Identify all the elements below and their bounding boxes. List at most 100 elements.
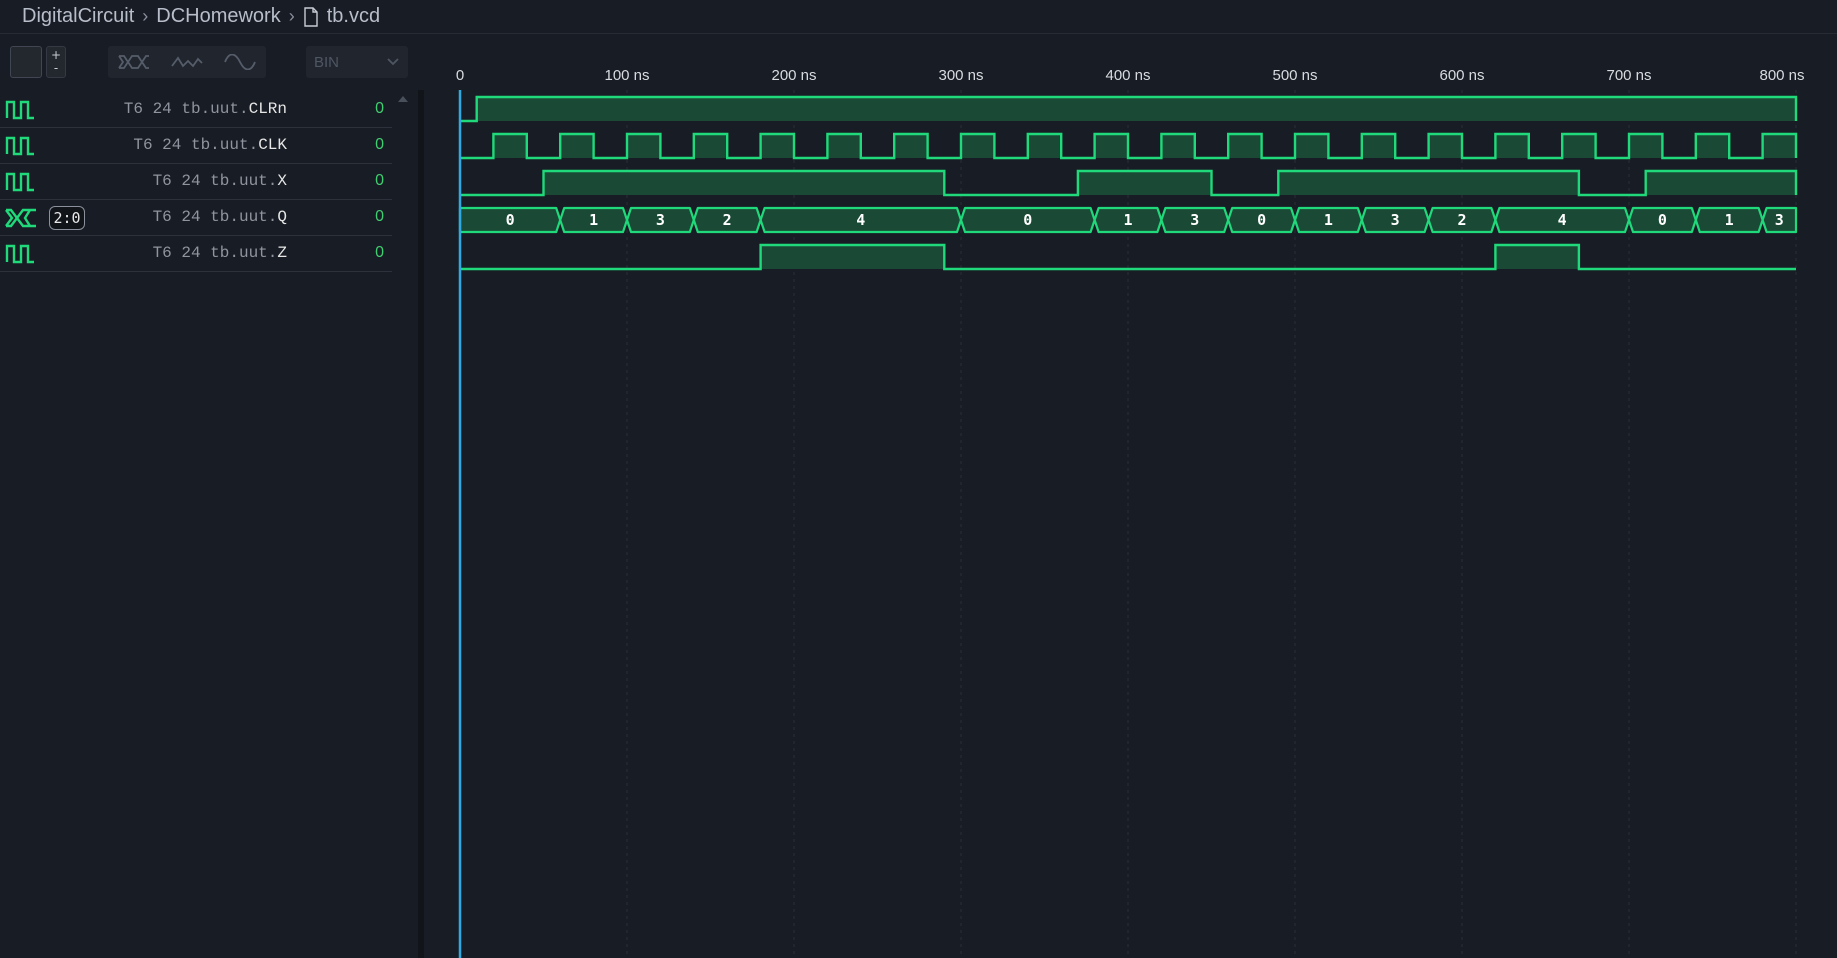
high-level-fill (1762, 134, 1796, 158)
high-level-fill (1428, 134, 1462, 158)
tick-label: 600 ns (1439, 67, 1485, 84)
toolbar: + - BIN (0, 34, 418, 90)
signal-name: T6 24 tb.uut.X (153, 172, 287, 190)
tick-label: 400 ns (1105, 67, 1151, 84)
high-level-fill (1495, 245, 1579, 269)
signal-value: 0 (375, 172, 384, 189)
signal-name-leaf: Z (277, 244, 287, 262)
signal-list-panel: T6 24 tb.uut.CLRn 0 T6 24 tb.uut.CLK 0 T6 24… (0, 90, 418, 958)
signal-value: 0 (375, 244, 384, 261)
tick-label: 700 ns (1606, 67, 1652, 84)
tick-label: 200 ns (771, 67, 817, 84)
signal-name-leaf: CLK (258, 136, 287, 154)
bus-value-label: 3 (656, 211, 665, 229)
waveform-x (460, 169, 1798, 197)
zoom-out-button[interactable]: - (54, 62, 58, 75)
linear-shape-button[interactable] (167, 48, 207, 76)
signal-name: T6 24 tb.uut.CLK (133, 136, 287, 154)
breadcrumb-item-digitalcircuit[interactable]: DigitalCircuit (22, 5, 134, 28)
timeline-ruler[interactable]: 0 100 ns 200 ns 300 ns 400 ns 500 ns 600 ns 700… (424, 34, 1837, 90)
high-level-fill (1027, 134, 1062, 158)
signal-row-x[interactable]: T6 24 tb.uut.X 0 (0, 164, 392, 200)
signal-row-z[interactable]: T6 24 tb.uut.Z 0 (0, 236, 392, 272)
bus-value-label: 1 (1123, 211, 1132, 229)
binary-signal-icon (5, 136, 34, 156)
chevron-right-icon: › (288, 6, 295, 26)
wave-shape-icon (223, 54, 256, 70)
linear-shape-icon (171, 56, 203, 68)
signal-value: 0 (375, 100, 384, 117)
high-level-fill (1645, 171, 1796, 195)
signal-name-prefix: T6 24 tb.uut. (152, 208, 278, 226)
bus-value-label: 4 (856, 211, 865, 229)
signal-name-prefix: T6 24 tb.uut. (152, 172, 278, 190)
number-format-select[interactable]: BIN (306, 46, 408, 78)
signal-name-leaf: X (277, 172, 287, 190)
tick-label: 300 ns (938, 67, 984, 84)
binary-signal-icon (5, 172, 34, 192)
breadcrumb: DigitalCircuit › DCHomework › tb.vcd (0, 0, 1837, 34)
signal-name-leaf: Q (277, 208, 287, 226)
wave-shape-button[interactable] (220, 48, 260, 76)
bus-value-label: 2 (723, 211, 732, 229)
signal-name-prefix: T6 24 tb.uut. (133, 136, 259, 154)
high-level-fill (1228, 134, 1262, 158)
breadcrumb-file[interactable]: tb.vcd (327, 5, 380, 28)
signal-name-leaf: CLRn (248, 100, 287, 118)
breadcrumb-item-dchomework[interactable]: DCHomework (156, 5, 280, 28)
bus-value-label: 3 (1190, 211, 1199, 229)
high-level-fill (961, 134, 995, 158)
signal-name: T6 24 tb.uut.Q (153, 208, 287, 226)
high-level-fill (476, 97, 1797, 121)
high-level-fill (1278, 171, 1579, 195)
bit-range-badge: 2:0 (49, 206, 85, 230)
tick-label: 500 ns (1272, 67, 1318, 84)
bus-value-label: 0 (1257, 211, 1266, 229)
bus-value-label: 2 (1457, 211, 1466, 229)
bus-shape-button[interactable] (114, 48, 154, 76)
tick-label: 0 (455, 67, 465, 84)
high-level-fill (760, 245, 945, 269)
high-level-fill (1495, 134, 1529, 158)
tick-label: 100 ns (604, 67, 650, 84)
high-level-fill (1295, 134, 1329, 158)
waveform-canvas: 0 1 3 2 4 0 1 3 0 1 3 2 4 0 1 3 (458, 90, 1798, 958)
bus-value-label: 0 (1658, 211, 1667, 229)
high-level-fill (1077, 171, 1212, 195)
signal-value: 0 (375, 136, 384, 153)
chevron-down-icon (387, 58, 399, 66)
high-level-fill (1695, 134, 1730, 158)
high-level-fill (627, 134, 661, 158)
signal-value: 0 (375, 208, 384, 225)
high-level-fill (1094, 134, 1128, 158)
bus-value-label: 0 (506, 211, 515, 229)
signal-name-prefix: T6 24 tb.uut. (152, 244, 278, 262)
waveform-clrn (460, 95, 1798, 123)
zoom-controls: + - (46, 46, 66, 78)
high-level-fill (1629, 134, 1663, 158)
high-level-fill (543, 171, 945, 195)
waveform-q: 0 1 3 2 4 0 1 3 0 1 3 2 4 0 1 3 (458, 206, 1798, 234)
high-level-fill (827, 134, 861, 158)
bus-value-label: 3 (1775, 211, 1784, 229)
signal-row-clk[interactable]: T6 24 tb.uut.CLK 0 (0, 128, 392, 164)
render-shape-group (108, 46, 266, 78)
binary-signal-icon (5, 244, 34, 264)
high-level-fill (760, 134, 794, 158)
bus-signal-icon (5, 208, 36, 228)
signal-row-q[interactable]: 2:0 T6 24 tb.uut.Q 0 (0, 200, 392, 236)
high-level-fill (1161, 134, 1195, 158)
number-format-value: BIN (314, 53, 340, 71)
signal-trace (460, 132, 1798, 160)
bus-value-label: 4 (1558, 211, 1567, 229)
bus-value-label: 1 (1324, 211, 1333, 229)
waveform-viewport[interactable]: 0 1 3 2 4 0 1 3 0 1 3 2 4 0 1 3 (424, 90, 1837, 958)
high-level-fill (1562, 134, 1596, 158)
bus-value-label: 1 (589, 211, 598, 229)
color-picker-button[interactable] (10, 46, 42, 78)
signal-name: T6 24 tb.uut.CLRn (124, 100, 287, 118)
scroll-up-icon[interactable] (398, 96, 408, 102)
high-level-fill (693, 134, 728, 158)
signal-row-clrn[interactable]: T6 24 tb.uut.CLRn 0 (0, 92, 392, 128)
tick-label: 800 ns (1759, 67, 1805, 84)
